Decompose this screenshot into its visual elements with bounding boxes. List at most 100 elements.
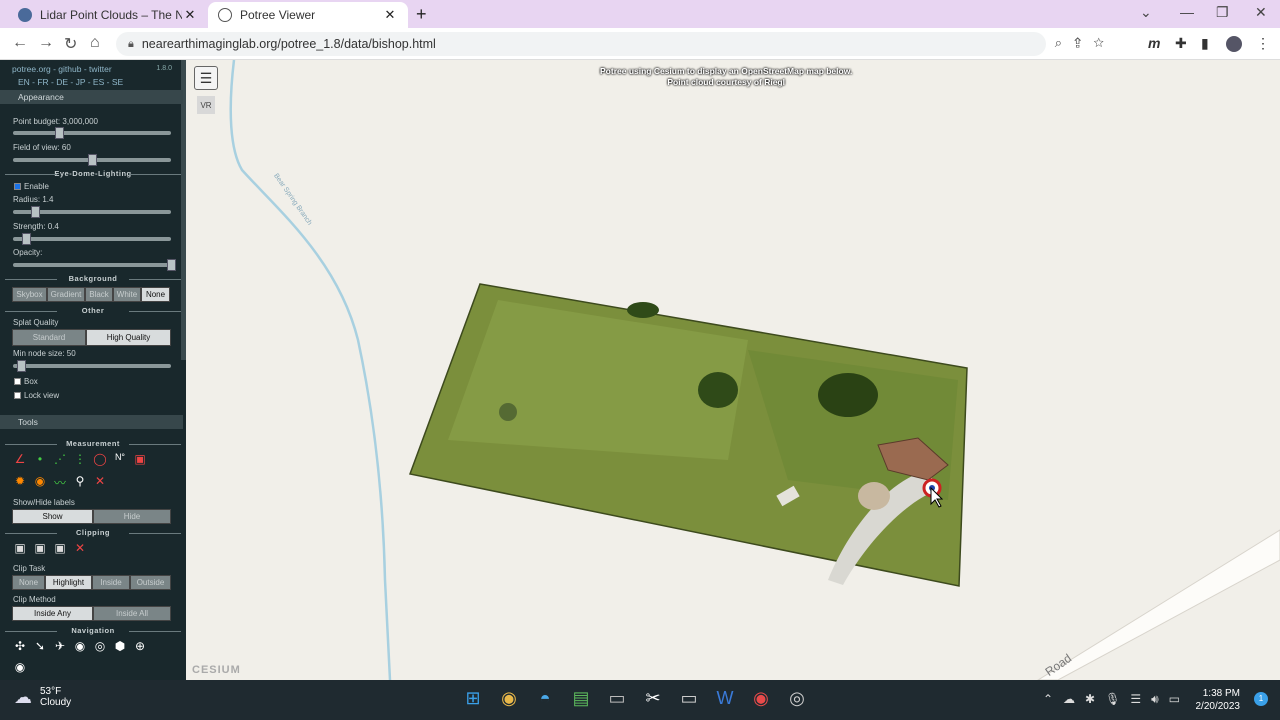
- checkbox-unchecked[interactable]: [14, 378, 21, 385]
- volume-box-icon[interactable]: ✹: [12, 474, 28, 491]
- strength-slider[interactable]: [13, 233, 171, 245]
- maximize-button[interactable]: ❐: [1216, 4, 1229, 21]
- edl-enable-checkbox[interactable]: Enable: [14, 182, 49, 191]
- sidebar-toggle-menu-icon[interactable]: ☰: [194, 66, 218, 90]
- menu-kebab-icon[interactable]: ⋮: [1256, 35, 1270, 52]
- clip-inside-any-button[interactable]: Inside Any: [12, 606, 93, 621]
- excel-icon[interactable]: ▤: [570, 688, 592, 709]
- clip-task-inside-button[interactable]: Inside: [92, 575, 130, 590]
- side-panel-icon[interactable]: ▮: [1201, 35, 1209, 52]
- file-icon[interactable]: ▭: [606, 688, 628, 709]
- checkbox-checked[interactable]: [14, 183, 21, 190]
- clip-polygon-icon[interactable]: ▣: [32, 541, 48, 555]
- splat-standard-button[interactable]: Standard: [12, 329, 86, 346]
- fly-controls-icon[interactable]: ➘: [32, 639, 48, 653]
- chrome-icon[interactable]: ◉: [498, 688, 520, 709]
- appearance-header[interactable]: Appearance: [0, 90, 183, 104]
- show-labels-button[interactable]: Show: [12, 509, 93, 524]
- system-tray[interactable]: ⌃☁✱🎙︎☰🔊︎▭: [1043, 692, 1190, 707]
- distance-measure-icon[interactable]: ⋰: [52, 452, 68, 466]
- area-measure-icon[interactable]: ▣: [132, 452, 148, 466]
- background-gradient-button[interactable]: Gradient: [47, 287, 85, 302]
- close-tab-icon[interactable]: ✕: [182, 7, 198, 23]
- clip-task-none-button[interactable]: None: [12, 575, 45, 590]
- extensions-puzzle-icon[interactable]: ✚: [1175, 35, 1187, 52]
- earth-controls-icon[interactable]: ✣: [12, 639, 28, 653]
- clip-inside-all-button[interactable]: Inside All: [93, 606, 171, 621]
- notification-icon[interactable]: 1: [1254, 692, 1268, 706]
- background-white-button[interactable]: White: [113, 287, 141, 302]
- checkbox-unchecked[interactable]: [14, 392, 21, 399]
- slider-knob[interactable]: [55, 127, 64, 139]
- compass-icon[interactable]: ⊕: [132, 639, 148, 653]
- clip-volume-icon[interactable]: ▣: [12, 541, 28, 555]
- helicopter-controls-icon[interactable]: ✈: [52, 639, 68, 653]
- point-budget-slider[interactable]: [13, 127, 171, 139]
- slider-knob[interactable]: [88, 154, 97, 166]
- orbit-controls-icon[interactable]: ◉: [72, 639, 88, 653]
- fov-slider[interactable]: [13, 154, 171, 166]
- tab-lidar-point-clouds[interactable]: Lidar Point Clouds – The Near Ear ✕: [8, 2, 208, 28]
- terminal-icon[interactable]: ▭: [678, 688, 700, 709]
- sidebar-scrollbar[interactable]: [181, 60, 186, 360]
- opacity-slider[interactable]: [13, 259, 176, 271]
- reload-icon[interactable]: ↻: [64, 34, 77, 54]
- word-icon[interactable]: W: [714, 688, 736, 709]
- minimize-button[interactable]: —: [1180, 4, 1194, 20]
- remove-clipping-icon[interactable]: ✕: [72, 541, 88, 555]
- clip-screen-box-icon[interactable]: ▣: [52, 541, 68, 555]
- splat-high-quality-button[interactable]: High Quality: [86, 329, 171, 346]
- slider-knob[interactable]: [22, 233, 31, 245]
- remove-measurements-icon[interactable]: ✕: [92, 474, 108, 491]
- camera-animation-icon[interactable]: ◉: [12, 660, 28, 674]
- extension-m-icon[interactable]: m: [1148, 35, 1160, 51]
- recording-app-icon[interactable]: ◎: [786, 688, 808, 709]
- profile-avatar[interactable]: [1226, 36, 1242, 52]
- outlook-icon[interactable]: ◓: [534, 688, 556, 709]
- clock[interactable]: 1:38 PM 2/20/2023: [1196, 687, 1241, 713]
- hide-labels-button[interactable]: Hide: [93, 509, 171, 524]
- tools-header[interactable]: Tools: [0, 415, 183, 429]
- weather-widget[interactable]: ☁ 53°F Cloudy: [14, 686, 71, 708]
- forward-arrow-icon[interactable]: →: [38, 34, 54, 52]
- circle-measure-icon[interactable]: ◯: [92, 452, 108, 466]
- home-icon[interactable]: ⌂: [90, 34, 100, 52]
- potree-render-area[interactable]: Potree using Cesium to display an OpenSt…: [188, 60, 1280, 680]
- point-measure-icon[interactable]: •: [32, 452, 48, 466]
- slider-knob[interactable]: [31, 206, 40, 218]
- fov-label: Field of view: 60: [13, 143, 71, 152]
- vr-button[interactable]: VR: [197, 96, 215, 114]
- radius-slider[interactable]: [13, 206, 171, 218]
- new-tab-button[interactable]: +: [416, 4, 427, 25]
- azimuth-measure-icon[interactable]: N°: [112, 452, 128, 466]
- tab-potree-viewer[interactable]: Potree Viewer ✕: [208, 2, 408, 28]
- clip-task-outside-button[interactable]: Outside: [130, 575, 171, 590]
- close-tab-icon[interactable]: ✕: [382, 7, 398, 23]
- annotation-icon[interactable]: ⚲: [72, 474, 88, 491]
- language-links[interactable]: EN - FR - DE - JP - ES - SE: [18, 77, 123, 87]
- close-window-button[interactable]: ✕: [1255, 4, 1267, 21]
- background-none-button[interactable]: None: [141, 287, 170, 302]
- tab-search-icon[interactable]: ⌄: [1140, 4, 1152, 21]
- height-profile-icon[interactable]: 〰: [52, 474, 68, 491]
- chrome-profile-icon[interactable]: ◉: [750, 688, 772, 709]
- box-checkbox[interactable]: Box: [14, 377, 38, 386]
- background-skybox-button[interactable]: Skybox: [12, 287, 47, 302]
- snipping-tool-icon[interactable]: ✂: [642, 688, 664, 709]
- angle-measure-icon[interactable]: ∠: [12, 452, 28, 466]
- volume-sphere-icon[interactable]: ◉: [32, 474, 48, 491]
- windows-start-icon[interactable]: ⊞: [462, 688, 484, 709]
- slider-knob[interactable]: [17, 360, 26, 372]
- slider-knob[interactable]: [167, 259, 176, 271]
- back-arrow-icon[interactable]: ←: [12, 34, 28, 52]
- navigation-cube-icon[interactable]: ⬢: [112, 639, 128, 653]
- project-links[interactable]: potree.org - github - twitter: [12, 64, 112, 74]
- full-extent-icon[interactable]: ◎: [92, 639, 108, 653]
- lock-view-checkbox[interactable]: Lock view: [14, 391, 59, 400]
- min-node-size-slider[interactable]: [13, 360, 171, 372]
- omnibox-actions[interactable]: ⌕⇪☆: [1055, 35, 1116, 51]
- url-input[interactable]: 🔒︎ nearearthimaginglab.org/potree_1.8/da…: [116, 32, 1104, 56]
- clip-task-highlight-button[interactable]: Highlight: [45, 575, 92, 590]
- height-measure-icon[interactable]: ⋮: [72, 452, 88, 466]
- background-black-button[interactable]: Black: [85, 287, 113, 302]
